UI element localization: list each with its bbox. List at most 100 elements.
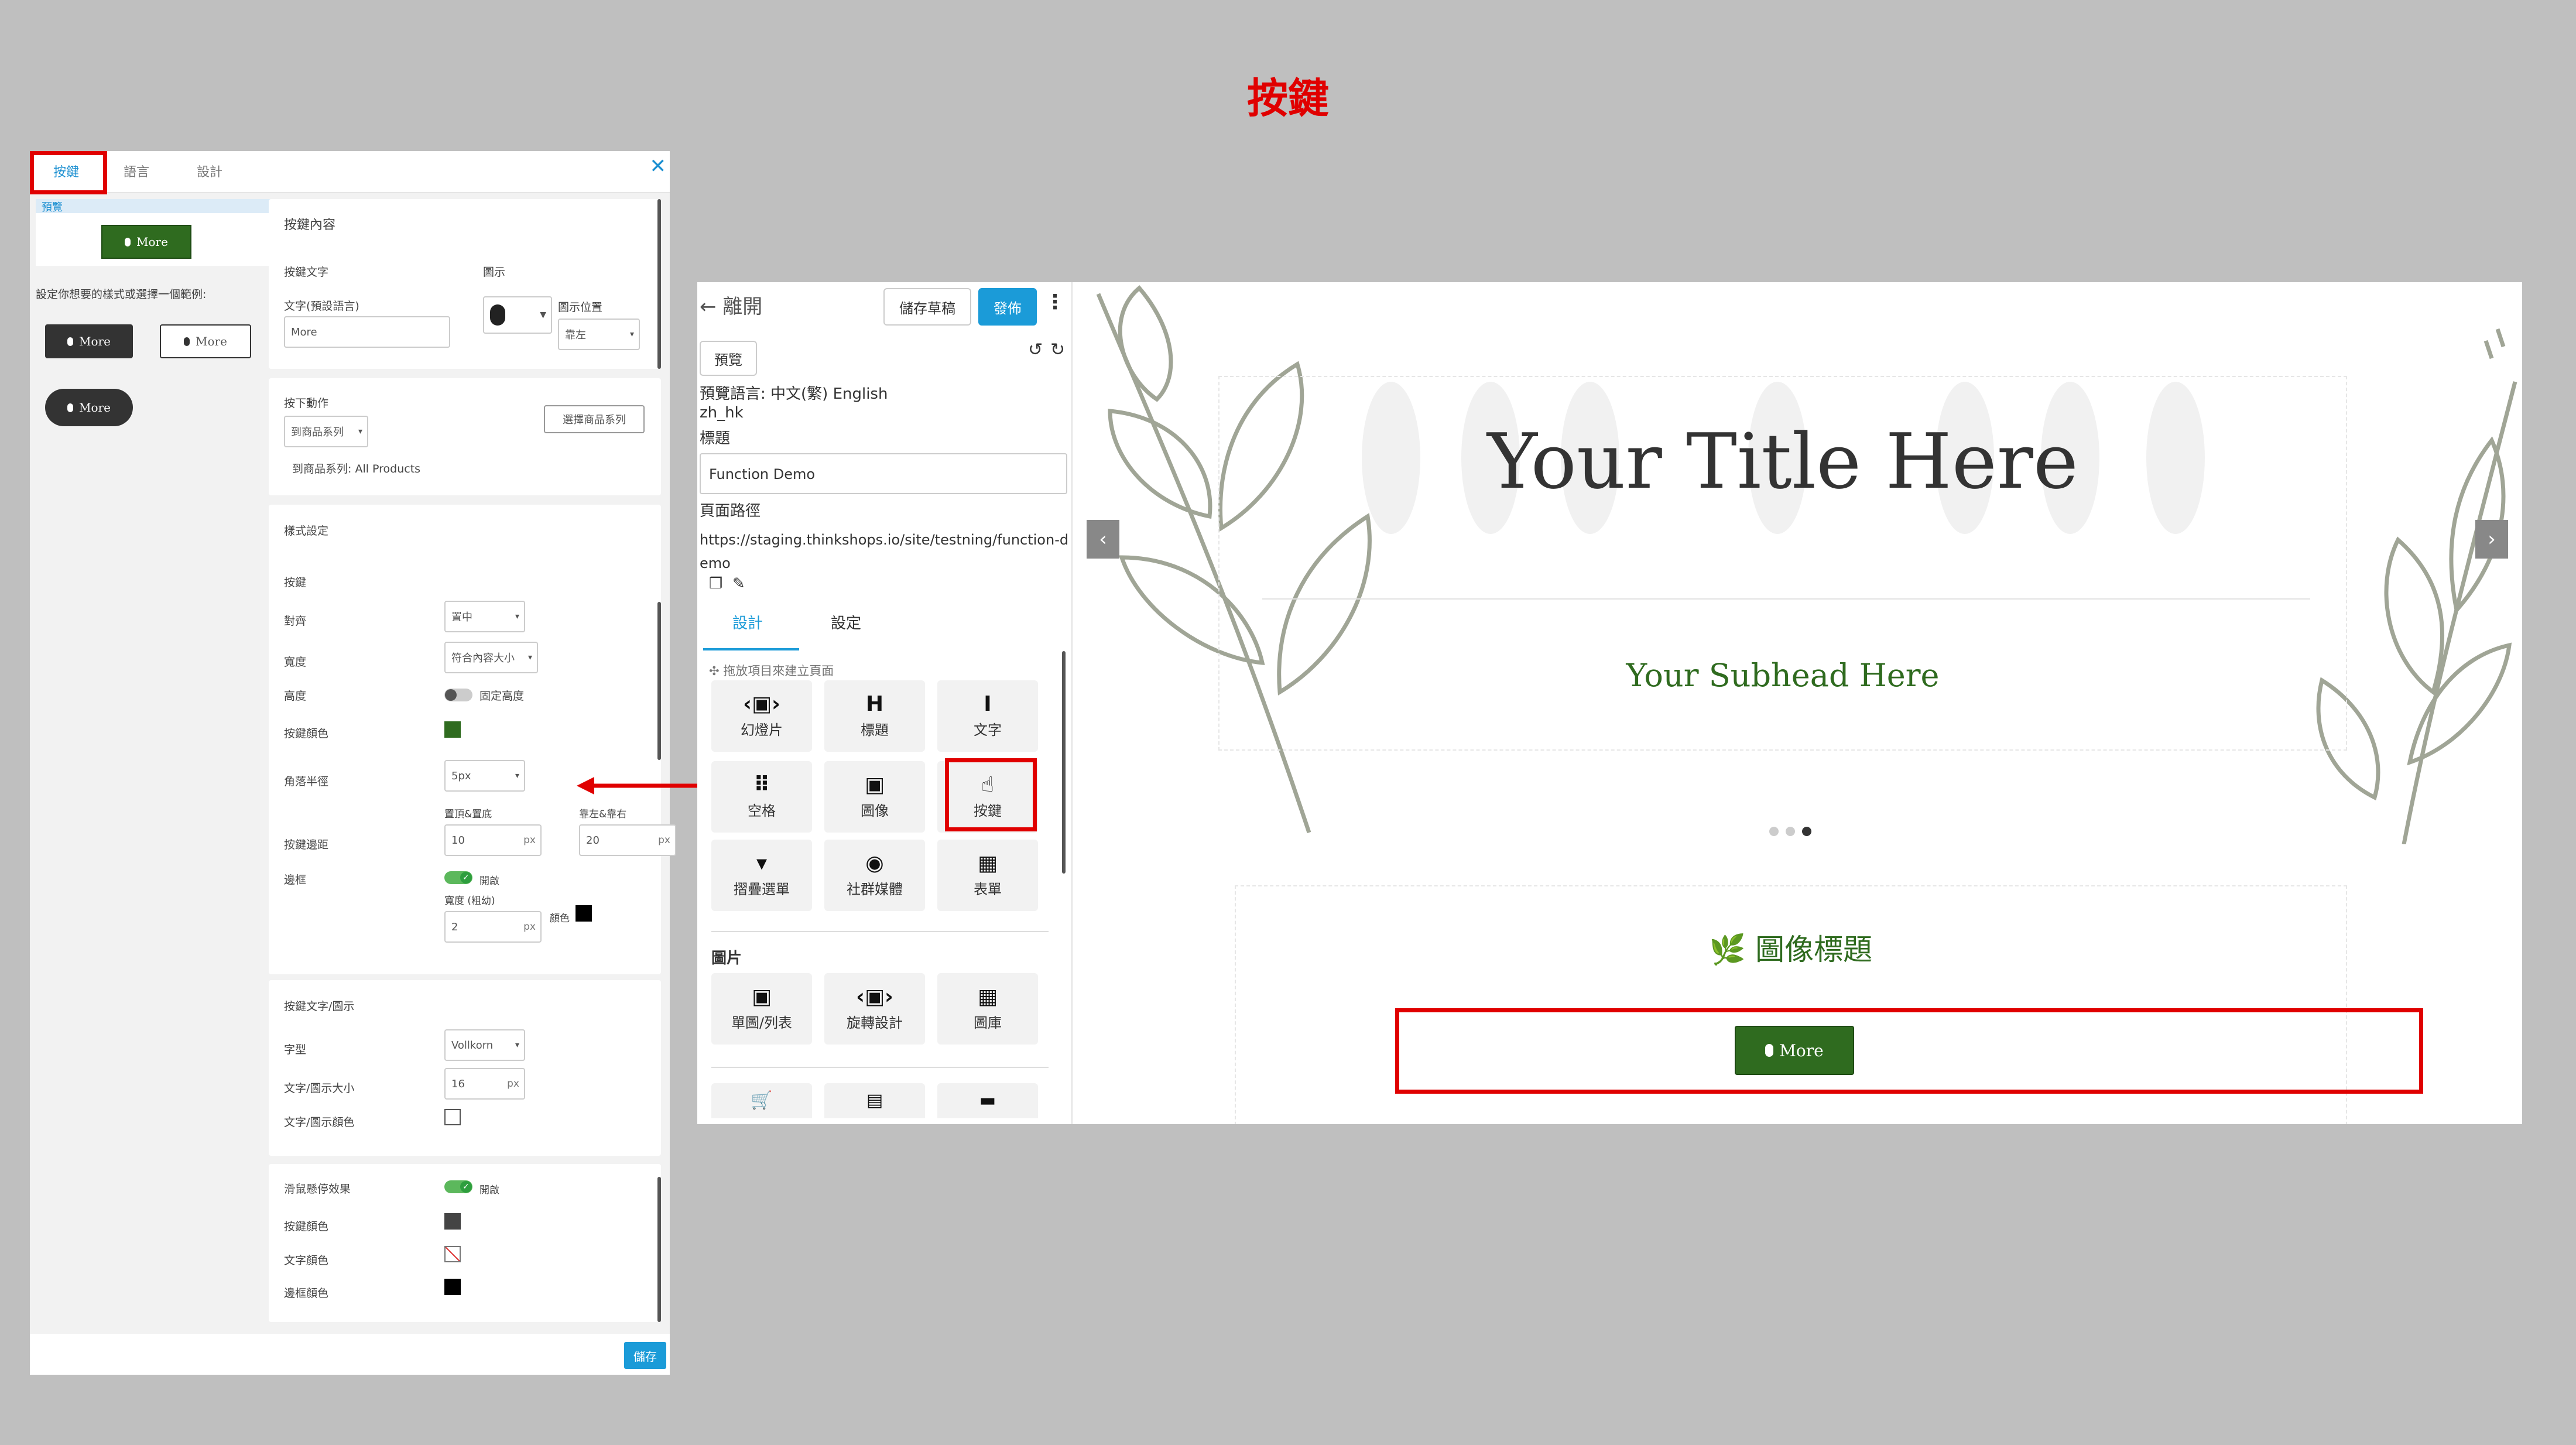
padding-lr-value: 20 (586, 834, 600, 847)
path-label: 頁面路徑 (700, 502, 761, 520)
sample-label: More (79, 334, 111, 348)
carousel-dot[interactable] (1786, 827, 1795, 836)
fixed-height-toggle[interactable] (444, 689, 472, 701)
sample-label: More (79, 400, 111, 415)
tool-row1-2[interactable]: I 文字 (937, 680, 1038, 752)
toggle-knob (445, 689, 457, 701)
hero-subhead[interactable]: Your Subhead Here (1218, 657, 2347, 694)
width-select[interactable]: 符合內容大小 ▾ (444, 642, 538, 673)
tool-shop[interactable]: 🛒 (711, 1083, 812, 1118)
action-select[interactable]: 到商品系列 ▾ (284, 416, 368, 447)
publish-button[interactable]: 發佈 (978, 288, 1037, 326)
padding-lr-input[interactable]: 20 px (579, 824, 676, 856)
scrollbar[interactable] (657, 1177, 661, 1322)
hero-divider (1262, 598, 2310, 600)
fixed-height-label: 固定高度 (479, 690, 525, 703)
icon-picker[interactable]: ▼ (483, 296, 552, 334)
font-select[interactable]: Vollkorn ▾ (444, 1029, 525, 1061)
tab-language[interactable]: 語言 (124, 162, 149, 180)
scrollbar[interactable] (657, 602, 661, 760)
unit-label: px (523, 921, 536, 933)
back-button[interactable]: ← 離開 (700, 290, 762, 319)
button-text-label: 按鍵文字 (284, 266, 329, 279)
tool-row1-1[interactable]: H 標題 (824, 680, 925, 752)
radius-label: 角落半徑 (284, 775, 329, 788)
hero-slide: Your Title Here Your Subhead Here ‹ › (1087, 282, 2522, 844)
border-color-label: 顏色 (550, 913, 570, 924)
height-label: 高度 (284, 690, 307, 703)
preview-button: More (101, 225, 191, 259)
preview-label: 預覽 (36, 199, 276, 214)
save-draft-button[interactable]: 儲存草稿 (883, 288, 971, 326)
button-color-label: 按鍵顏色 (284, 727, 329, 740)
hover-border-color-swatch[interactable] (444, 1279, 461, 1295)
tool-row3-2[interactable]: ▦ 表單 (937, 840, 1038, 911)
image-heading[interactable]: 🌿 圖像標題 (1235, 926, 2347, 968)
padding-tb-input[interactable]: 10 px (444, 824, 542, 856)
padding-label: 按鍵邊距 (284, 838, 329, 851)
sample-button-dark[interactable]: More (45, 324, 133, 358)
tool-row4-0[interactable]: ▣ 單圖/列表 (711, 973, 812, 1045)
scrollbar[interactable] (657, 199, 661, 369)
tool-row2-1[interactable]: ▣ 圖像 (824, 761, 925, 833)
more-options-icon[interactable]: ⋮ (1045, 290, 1065, 314)
tool-icon: ⠿ (753, 772, 770, 797)
button-text-input[interactable]: More (284, 316, 450, 348)
tool-ticket[interactable]: ▬ (937, 1083, 1038, 1118)
tool-row1-0[interactable]: ‹▣› 幻燈片 (711, 680, 812, 752)
choose-collection-button[interactable]: 選擇商品系列 (544, 405, 645, 433)
redo-icon[interactable]: ↻ (1050, 340, 1065, 360)
chevron-left-icon[interactable]: ‹ (1087, 520, 1119, 559)
icon-position-select[interactable]: 靠左 ▾ (558, 319, 640, 350)
tool-row2-0[interactable]: ⠿ 空格 (711, 761, 812, 833)
hover-button-color-swatch[interactable] (444, 1213, 461, 1230)
align-select[interactable]: 置中 ▾ (444, 601, 525, 632)
border-toggle[interactable]: ✓ (444, 871, 472, 884)
tool-row4-1[interactable]: ‹▣› 旋轉設計 (824, 973, 925, 1045)
text-color-swatch[interactable] (444, 1109, 461, 1125)
tool-row3-1[interactable]: ◉ 社群媒體 (824, 840, 925, 911)
tool-blog[interactable]: ▤ (824, 1083, 925, 1118)
title-input[interactable]: Function Demo (700, 453, 1067, 494)
tool-label: 空格 (748, 802, 776, 819)
undo-icon[interactable]: ↺ (1028, 340, 1043, 360)
active-tab-underline (703, 648, 799, 650)
scrollbar[interactable] (1062, 651, 1066, 874)
carousel-dot[interactable] (1769, 827, 1779, 836)
tool-row3-0[interactable]: ▾ 摺疊選單 (711, 840, 812, 911)
carousel-dot-active[interactable] (1802, 827, 1811, 836)
font-value: Vollkorn (451, 1039, 494, 1052)
tab-design[interactable]: 設計 (732, 611, 763, 633)
hover-text-color-swatch[interactable] (444, 1246, 461, 1262)
sample-button-outline[interactable]: More (160, 324, 251, 358)
button-color-swatch[interactable] (444, 721, 461, 738)
save-button[interactable]: 儲存 (624, 1342, 666, 1369)
tool-row4-2[interactable]: ▦ 圖庫 (937, 973, 1038, 1045)
border-color-swatch[interactable] (576, 905, 592, 922)
tool-icon: ▣ (751, 984, 772, 1009)
border-width-input[interactable]: 2 px (444, 911, 542, 943)
close-icon[interactable]: ✕ (650, 155, 667, 178)
hover-toggle[interactable]: ✓ (444, 1180, 472, 1193)
radius-select[interactable]: 5px ▾ (444, 760, 525, 792)
tab-settings[interactable]: 設定 (831, 611, 861, 633)
chevron-down-icon: ▾ (515, 612, 519, 621)
tool-label: 旋轉設計 (847, 1014, 903, 1031)
chevron-right-icon[interactable]: › (2475, 520, 2508, 559)
tool-label: 摺疊選單 (734, 881, 790, 898)
hero-title[interactable]: Your Title Here (1218, 417, 2347, 506)
tab-design[interactable]: 設計 (197, 162, 222, 180)
sample-label: More (196, 334, 227, 348)
tool-label: 社群媒體 (847, 881, 903, 898)
hover-button-color-label: 按鍵顏色 (284, 1220, 329, 1233)
button-settings-panel: 按鍵 語言 設計 ✕ 預覽 More 設定你想要的樣式或選擇一個範例: More… (30, 151, 676, 1375)
pencil-icon[interactable]: ✎ (732, 575, 745, 593)
tool-label: 表單 (974, 881, 1002, 898)
tool-label: 文字 (974, 721, 1002, 738)
copy-icon[interactable]: ❐ (709, 575, 722, 593)
padding-tb-label: 置頂&置底 (444, 809, 492, 820)
size-input[interactable]: 16 px (444, 1068, 525, 1100)
sample-button-pill[interactable]: More (45, 389, 133, 426)
preview-button[interactable]: 預覽 (700, 341, 757, 376)
tool-icon: ▾ (756, 851, 768, 875)
